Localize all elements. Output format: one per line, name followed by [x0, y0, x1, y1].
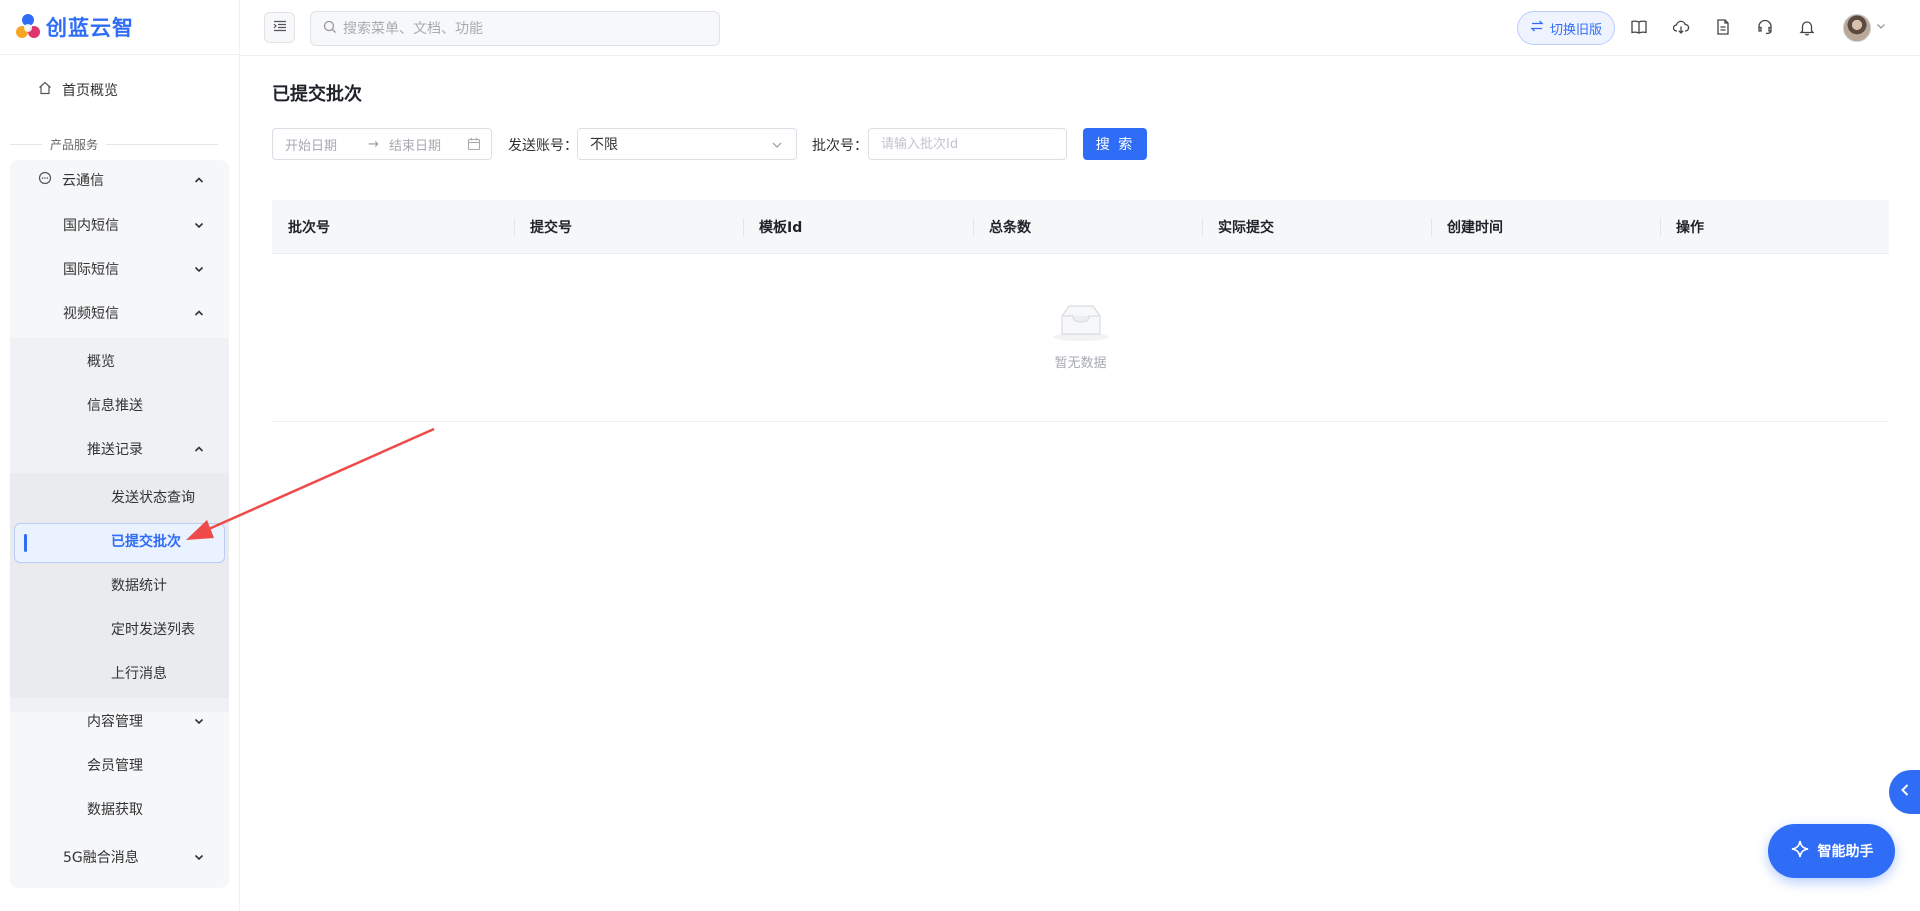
- sidebar-item-5g-fusion[interactable]: 5G融合消息: [63, 835, 206, 879]
- sidebar-item-overview[interactable]: 概览: [87, 339, 115, 383]
- sidebar-item-submitted-batches[interactable]: 已提交批次: [111, 519, 181, 563]
- swap-icon: [1530, 19, 1544, 37]
- column-header-actions: 操作: [1660, 200, 1704, 254]
- batch-label: 批次号：: [812, 138, 868, 154]
- active-indicator: [24, 534, 27, 552]
- column-header-batch-no: 批次号: [288, 220, 330, 236]
- menu-collapse-icon: [273, 19, 287, 37]
- sidebar-item-status-query[interactable]: 发送状态查询: [111, 475, 195, 519]
- chevron-up-icon: [192, 173, 206, 187]
- sidebar-item-home[interactable]: 首页概览: [38, 80, 118, 100]
- chevron-down-icon: [770, 138, 784, 156]
- column-header-template-id: 模板Id: [743, 200, 802, 254]
- empty-state-text: 暂无数据: [1054, 356, 1107, 371]
- sidebar-item-label: 已提交批次: [111, 534, 181, 550]
- sidebar-item-label: 会员管理: [87, 758, 143, 774]
- sidebar-item-content-mgmt[interactable]: 内容管理: [87, 699, 206, 743]
- account-select[interactable]: 不限: [577, 128, 797, 160]
- chevron-up-icon: [192, 442, 206, 456]
- chevron-down-icon: [192, 262, 206, 276]
- sidebar-item-label: 国内短信: [63, 218, 119, 234]
- chevron-down-icon: [192, 218, 206, 232]
- account-select-value: 不限: [590, 137, 618, 153]
- section-label-products: 产品服务: [10, 136, 218, 153]
- sidebar-item-label: 云通信: [62, 173, 104, 189]
- sidebar-item-inbound[interactable]: 上行消息: [111, 651, 167, 695]
- date-range-picker[interactable]: 开始日期 → 结束日期: [272, 128, 492, 160]
- sidebar-item-label: 首页概览: [62, 83, 118, 99]
- sidebar-item-label: 数据获取: [87, 802, 143, 818]
- document-icon[interactable]: [1712, 16, 1734, 38]
- chat-icon: [38, 171, 52, 189]
- sidebar-item-label: 信息推送: [87, 398, 143, 414]
- sidebar-item-member-mgmt[interactable]: 会员管理: [87, 743, 143, 787]
- sidebar-item-label: 推送记录: [87, 442, 143, 458]
- empty-inbox-icon: [1051, 302, 1111, 346]
- date-range-arrow: →: [368, 136, 379, 152]
- account-label: 发送账号：: [508, 138, 578, 154]
- empty-state: 暂无数据: [272, 302, 1889, 371]
- sidebar-item-label: 数据统计: [111, 578, 167, 594]
- chevron-up-icon: [192, 306, 206, 320]
- sidebar-item-label: 5G融合消息: [63, 850, 139, 866]
- sidebar-item-data-fetch[interactable]: 数据获取: [87, 787, 143, 831]
- sidebar-item-push[interactable]: 信息推送: [87, 383, 143, 427]
- sidebar-item-scheduled[interactable]: 定时发送列表: [111, 607, 195, 651]
- cloud-download-icon[interactable]: [1670, 16, 1692, 38]
- user-avatar[interactable]: [1843, 14, 1871, 42]
- column-header-submit-no: 提交号: [514, 200, 572, 254]
- sidebar-item-domestic-sms[interactable]: 国内短信: [63, 203, 206, 247]
- sidebar-item-label: 内容管理: [87, 714, 143, 730]
- sidebar-item-intl-sms[interactable]: 国际短信: [63, 247, 206, 291]
- logo-text: 创蓝云智: [46, 16, 134, 40]
- batch-id-input[interactable]: [868, 128, 1067, 160]
- sidebar-item-label: 视频短信: [63, 306, 119, 322]
- page-title: 已提交批次: [272, 84, 362, 105]
- switch-old-version-button[interactable]: 切换旧版: [1517, 11, 1615, 45]
- switch-label: 切换旧版: [1549, 22, 1602, 38]
- sidebar-item-video-sms[interactable]: 视频短信: [63, 291, 206, 335]
- column-header-actual-submit: 实际提交: [1202, 200, 1274, 254]
- logo-icon: [14, 12, 42, 42]
- chevron-left-icon: [1898, 783, 1912, 801]
- search-button[interactable]: 搜 索: [1083, 128, 1147, 160]
- sidebar-item-label: 上行消息: [111, 666, 167, 682]
- ai-assistant-button[interactable]: 智能助手: [1768, 824, 1895, 878]
- search-icon: [323, 20, 337, 38]
- search-input[interactable]: [343, 20, 713, 37]
- batch-table: 批次号 提交号 模板Id 总条数 实际提交 创建时间 操作 暂无数据: [272, 200, 1889, 422]
- sidebar-item-push-records[interactable]: 推送记录: [87, 427, 206, 471]
- sparkle-icon: [1790, 839, 1810, 863]
- menu-toggle-button[interactable]: [264, 12, 295, 43]
- home-icon: [38, 81, 52, 99]
- book-icon[interactable]: [1628, 16, 1650, 38]
- start-date-placeholder: 开始日期: [285, 138, 338, 154]
- end-date-placeholder: 结束日期: [389, 138, 442, 154]
- chevron-down-icon[interactable]: [1875, 20, 1887, 36]
- global-search[interactable]: [310, 11, 720, 46]
- chevron-down-icon: [192, 850, 206, 864]
- sidebar-item-stats[interactable]: 数据统计: [111, 563, 167, 607]
- sidebar-item-label: 发送状态查询: [111, 490, 195, 506]
- assistant-label: 智能助手: [1817, 844, 1874, 860]
- table-header: 批次号 提交号 模板Id 总条数 实际提交 创建时间 操作: [272, 200, 1889, 254]
- chevron-down-icon: [192, 714, 206, 728]
- divider: [0, 54, 240, 55]
- sidebar: 创蓝云智 首页概览 产品服务 云通信 国内短信 国际短信 视频短信 概览 信息推…: [0, 0, 240, 911]
- sidebar-item-cloud-msg[interactable]: 云通信: [38, 158, 206, 202]
- column-header-created-time: 创建时间: [1431, 200, 1503, 254]
- side-panel-toggle[interactable]: [1889, 770, 1920, 814]
- bell-icon[interactable]: [1796, 16, 1818, 38]
- sidebar-item-label: 国际短信: [63, 262, 119, 278]
- table-body: 暂无数据: [272, 254, 1889, 422]
- sidebar-item-label: 定时发送列表: [111, 622, 195, 638]
- column-header-total: 总条数: [973, 200, 1031, 254]
- headset-icon[interactable]: [1754, 16, 1776, 38]
- brand-logo[interactable]: 创蓝云智: [14, 12, 134, 42]
- calendar-icon: [467, 137, 481, 155]
- sidebar-item-label: 概览: [87, 354, 115, 370]
